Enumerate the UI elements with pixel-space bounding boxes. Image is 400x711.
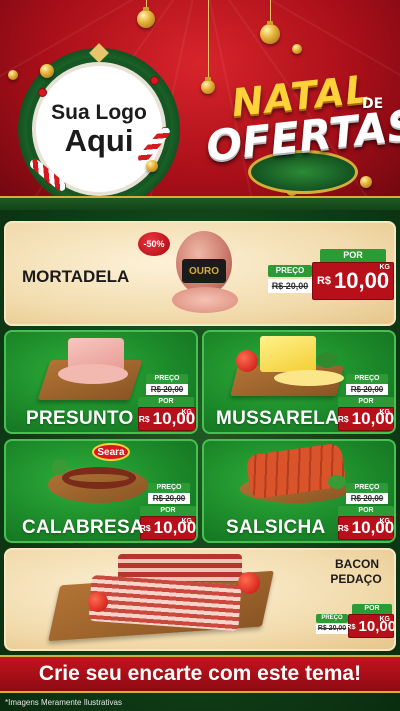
cheese-block bbox=[260, 336, 316, 372]
unit: KG bbox=[379, 264, 391, 271]
cheese-slices bbox=[274, 370, 344, 386]
por-label: POR bbox=[138, 397, 194, 407]
old-price: R$ 20,00 bbox=[268, 279, 312, 293]
tomato-icon bbox=[238, 572, 260, 594]
preco-label: PREÇO bbox=[346, 374, 388, 384]
tomato-icon bbox=[236, 350, 258, 372]
new-price: 10,00 bbox=[334, 268, 390, 293]
ornament-string bbox=[208, 0, 209, 80]
old-price: R$ 20,00 bbox=[148, 493, 190, 504]
product-card-calabresa[interactable]: Seara PREÇO R$ 20,00 POR R$ 10,00 KG CAL… bbox=[4, 439, 198, 543]
ornament-icon bbox=[360, 176, 372, 188]
currency: R$ bbox=[337, 523, 349, 533]
old-price: R$ 20,00 bbox=[346, 384, 388, 395]
product-card-presunto[interactable]: PREÇO R$ 20,00 POR R$ 10,00 KG PRESUNTO bbox=[4, 330, 198, 434]
cta-text: Crie seu encarte com este tema! bbox=[38, 662, 362, 685]
logo-text-line2: Aqui bbox=[64, 122, 134, 158]
preco-label: PREÇO bbox=[268, 265, 312, 277]
product-name: MUSSARELA bbox=[216, 408, 340, 429]
currency: R$ bbox=[345, 621, 356, 631]
preco-label: PREÇO bbox=[146, 374, 188, 384]
unit: KG bbox=[181, 518, 193, 525]
currency: R$ bbox=[138, 414, 150, 424]
old-price: R$ 20,00 bbox=[146, 384, 188, 395]
ham-slices bbox=[58, 364, 128, 384]
product-card-salsicha[interactable]: PREÇO R$ 20,00 POR R$ 10,00 KG SALSICHA bbox=[202, 439, 396, 543]
preco-label: PREÇO bbox=[148, 483, 190, 493]
herb-leaf bbox=[52, 459, 68, 475]
product-card-bacon[interactable]: BACON PEDAÇO POR PREÇO R$ 20,00 R$ 10,00… bbox=[4, 548, 396, 651]
garland-divider bbox=[0, 196, 400, 210]
berry-icon bbox=[150, 76, 159, 85]
ornament-icon bbox=[292, 44, 302, 54]
currency: R$ bbox=[337, 414, 349, 424]
sliced-mortadela bbox=[172, 287, 238, 313]
por-label: POR bbox=[320, 249, 386, 262]
unit: KG bbox=[379, 409, 391, 416]
herb-leaf bbox=[328, 475, 346, 489]
new-price-tag: R$ 10,00 KG bbox=[345, 614, 396, 638]
old-price: R$ 20,00 bbox=[316, 624, 348, 634]
preco-label: PREÇO bbox=[316, 614, 348, 623]
pack-label: OURO bbox=[182, 259, 226, 283]
new-price-tag: R$ 10,00 KG bbox=[338, 516, 394, 540]
old-price: R$ 20,00 bbox=[346, 493, 388, 504]
ornament-icon bbox=[260, 21, 280, 44]
por-label: POR bbox=[140, 506, 196, 516]
unit: KG bbox=[379, 616, 391, 623]
product-name-line2: PEDAÇO bbox=[330, 572, 382, 586]
preco-label: PREÇO bbox=[346, 483, 388, 493]
disclaimer-text: *Imagens Meramente Ilustrativas bbox=[5, 698, 122, 707]
cta-banner[interactable]: Crie seu encarte com este tema! bbox=[0, 655, 400, 693]
herb-leaf bbox=[316, 352, 338, 368]
por-label: POR bbox=[338, 397, 394, 407]
sausage-ring bbox=[62, 467, 136, 489]
por-label: POR bbox=[338, 506, 394, 516]
product-name: SALSICHA bbox=[226, 517, 326, 538]
discount-badge: -50% bbox=[138, 232, 170, 256]
unit: KG bbox=[181, 409, 193, 416]
new-price-tag: R$ 10,00 KG bbox=[140, 516, 196, 540]
por-label: POR bbox=[352, 604, 392, 614]
berry-icon bbox=[38, 88, 47, 97]
product-name: CALABRESA bbox=[22, 517, 144, 538]
ornament-icon bbox=[137, 7, 155, 28]
product-card-mortadela[interactable]: MORTADELA OURO POR PREÇO R$ 20,00 R$ 10,… bbox=[4, 221, 396, 326]
new-price-tag: R$ 10,00 KG bbox=[338, 407, 394, 431]
unit: KG bbox=[379, 518, 391, 525]
product-name: MORTADELA bbox=[22, 267, 130, 286]
logo-text-line1: Sua Logo bbox=[51, 100, 147, 124]
new-price-tag: R$ 10,00 KG bbox=[138, 407, 196, 431]
tomato-icon bbox=[88, 592, 108, 612]
header-banner: Sua Logo Aqui NATAL DE OFERTAS bbox=[0, 0, 400, 210]
brand-badge: Seara bbox=[92, 443, 130, 461]
ornament-icon bbox=[8, 70, 18, 80]
ornament-icon bbox=[40, 64, 54, 78]
product-name: PRESUNTO bbox=[26, 408, 134, 429]
product-card-mussarela[interactable]: PREÇO R$ 20,00 POR R$ 10,00 KG MUSSARELA bbox=[202, 330, 396, 434]
ornament-icon bbox=[201, 77, 215, 94]
ornament-icon bbox=[146, 160, 158, 172]
product-name-line1: BACON bbox=[335, 557, 379, 571]
new-price-tag: R$ 10,00 KG bbox=[312, 262, 394, 300]
new-price: 10,00 bbox=[358, 617, 396, 635]
currency: R$ bbox=[316, 275, 331, 287]
